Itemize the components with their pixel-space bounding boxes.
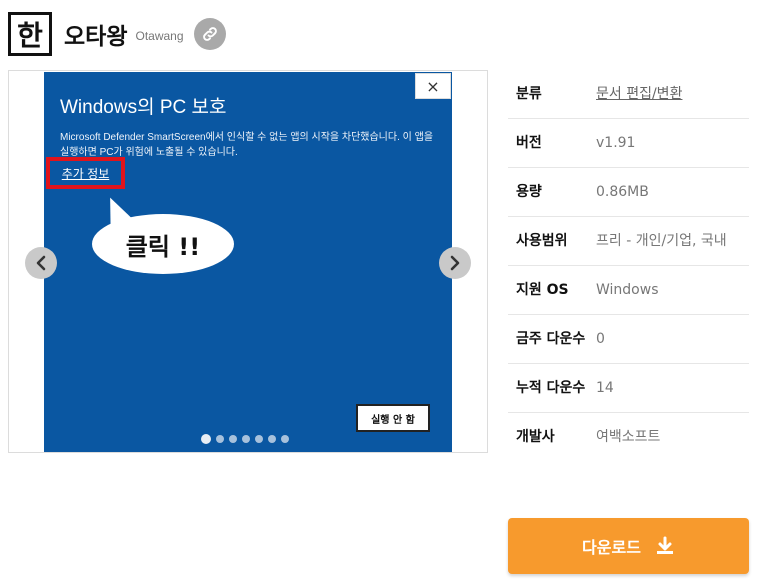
info-label: 용량 [516,184,542,200]
info-label: 버전 [516,135,542,151]
slide-more-info-link: 추가 정보 [61,166,110,181]
info-label: 지원 OS [516,282,569,298]
chevron-right-icon [450,255,460,271]
slide-more-info-highlight: 추가 정보 [46,157,125,189]
info-value: 0 [596,331,605,347]
download-button-label: 다운로드 [582,538,641,557]
info-value: 여백소프트 [596,429,661,445]
pagination-dot[interactable] [268,435,276,443]
info-value: 14 [596,380,614,396]
info-label: 분류 [516,86,542,102]
slide-close-icon: × [415,73,451,99]
info-row-total-downloads: 누적 다운수 14 [508,364,749,413]
gallery-prev-button[interactable] [25,247,57,279]
pagination-dot[interactable] [255,435,263,443]
pagination-dot[interactable] [281,435,289,443]
info-row-weekly-downloads: 금주 다운수 0 [508,315,749,364]
pagination-dot[interactable] [201,434,211,444]
download-button[interactable]: 다운로드 [508,518,749,574]
link-icon [202,27,217,41]
gallery-slide: × Windows의 PC 보호 Microsoft Defender Smar… [44,72,452,452]
info-label: 금주 다운수 [516,331,586,347]
slide-body-text: Microsoft Defender SmartScreen에서 인식할 수 없… [60,132,434,158]
gallery-pagination [201,434,289,444]
app-header: 한 오타왕 Otawang [8,12,226,56]
chevron-left-icon [36,255,46,271]
speech-bubble: 클릭 !! [92,214,234,274]
speech-bubble-text: 클릭 !! [125,232,201,261]
app-info-table: 분류 문서 편집/변환 버전 v1.91 용량 0.86MB 사용범위 프리 -… [508,70,749,461]
screenshot-gallery: × Windows의 PC 보호 Microsoft Defender Smar… [8,70,488,453]
category-link[interactable]: 문서 편집/변환 [596,82,749,106]
info-value: v1.91 [596,135,636,151]
app-title: 오타왕 [64,24,128,50]
slide-dont-run-button: 실행 안 함 [356,404,430,432]
info-row-category: 분류 문서 편집/변환 [508,70,749,119]
pagination-dot[interactable] [242,435,250,443]
info-label: 누적 다운수 [516,380,586,396]
app-subtitle: Otawang [135,29,184,43]
share-link-button[interactable] [193,18,226,50]
info-row-size: 용량 0.86MB [508,168,749,217]
pagination-dot[interactable] [216,435,224,443]
app-logo-icon: 한 [8,12,52,56]
info-row-developer: 개발사 여백소프트 [508,413,749,461]
info-label: 사용범위 [516,233,568,249]
gallery-next-button[interactable] [439,247,471,279]
info-row-os: 지원 OS Windows [508,266,749,315]
slide-heading: Windows의 PC 보호 [60,97,227,118]
info-value: 0.86MB [596,184,649,200]
info-row-license: 사용범위 프리 - 개인/기업, 국내 [508,217,749,266]
info-value: Windows [596,282,659,298]
info-row-version: 버전 v1.91 [508,119,749,168]
download-icon [656,536,673,554]
pagination-dot[interactable] [229,435,237,443]
info-label: 개발사 [516,429,555,445]
info-value: 프리 - 개인/기업, 국내 [596,233,727,249]
